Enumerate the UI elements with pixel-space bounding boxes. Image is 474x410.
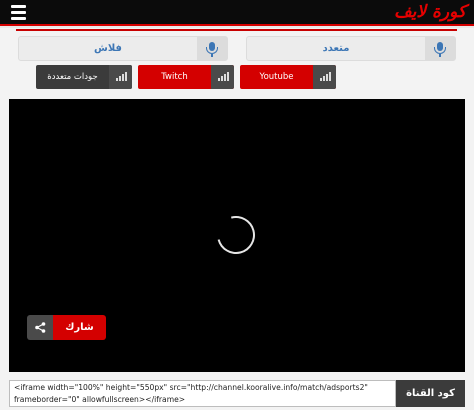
hamburger-menu-icon[interactable] [11,3,26,21]
share-channel-button[interactable]: شارك القناة [27,315,106,340]
loading-spinner-icon [210,209,262,261]
source-multi-quality-label: جودات متعددة [47,72,98,82]
source-youtube-label: Youtube [259,72,294,82]
video-player[interactable]: شارك القناة [9,99,465,372]
site-logo[interactable]: كورة لايف [394,1,466,23]
embed-code-label: كود القناة [396,380,465,407]
logo-text: كورة لايف [394,2,466,22]
share-channel-label: شارك القناة [53,315,106,340]
server-multi-button[interactable]: متعدد [246,36,456,61]
embed-code-field[interactable]: <iframe width="100%" height="550px" src=… [9,380,396,407]
signal-bars-icon [109,65,132,89]
top-bar: كورة لايف [0,0,474,26]
source-youtube-button[interactable]: Youtube [240,65,336,89]
signal-bars-icon [211,65,234,89]
server-flash-button[interactable]: فلاش [18,36,228,61]
main-content: متعدد فلاش Youtube Twitch جودات متعددة ش… [0,28,474,410]
microphone-icon [197,37,227,60]
divider [16,29,457,31]
source-multi-quality-button[interactable]: جودات متعددة [36,65,132,89]
source-twitch-label: Twitch [161,72,188,82]
server-multi-label: متعدد [322,43,350,54]
microphone-icon [425,37,455,60]
server-flash-label: فلاش [94,43,122,54]
signal-bars-icon [313,65,336,89]
share-icon [27,315,53,340]
source-twitch-button[interactable]: Twitch [138,65,234,89]
